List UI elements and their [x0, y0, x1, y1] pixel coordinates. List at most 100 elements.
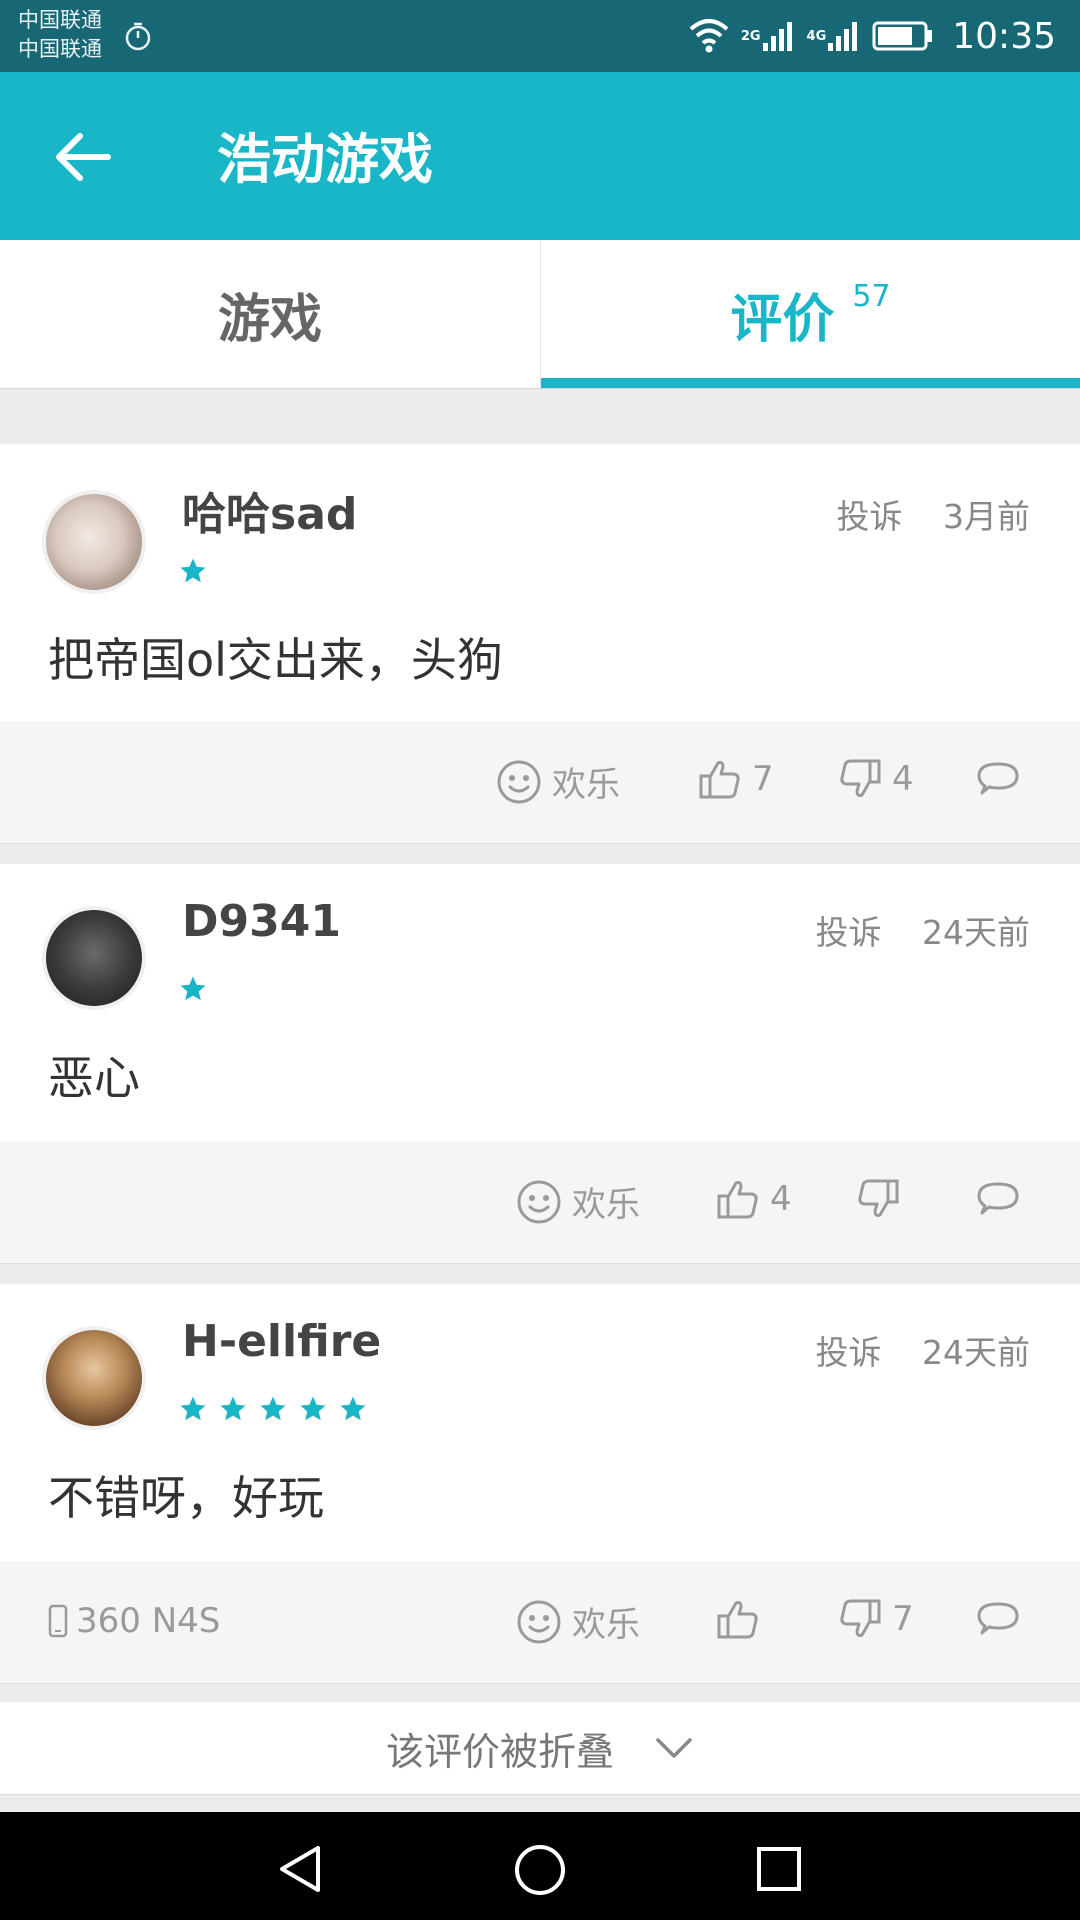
review-username[interactable]: H-ellfire [182, 1316, 381, 1367]
review-content: 恶心 [48, 1051, 140, 1105]
signal-2: 4G [807, 19, 863, 53]
tab-bar: 游戏 评价 57 [0, 240, 1080, 389]
carrier-info: 中国联通 中国联通 [18, 6, 102, 64]
review-time: 24天前 [922, 913, 1030, 952]
device-label: 360 N4S [76, 1601, 221, 1641]
app-bar [0, 72, 1080, 240]
back-button[interactable] [50, 122, 120, 192]
page-title: 浩动游戏 [217, 128, 433, 191]
smiley-icon [517, 1600, 561, 1643]
review-meta: 投诉 3月前 [837, 490, 1031, 538]
network-type: 2G [740, 29, 761, 44]
like-button[interactable] [716, 1597, 770, 1641]
review-actions: 360 N4S 欢乐 7 [0, 1561, 1080, 1684]
thumbs-up-icon [717, 1601, 758, 1639]
clock: 10:35 [952, 15, 1056, 57]
thumbs-up-icon [717, 1181, 758, 1219]
review-content: 不错呀，好玩 [48, 1471, 324, 1525]
emotion-button[interactable]: 欢乐 [516, 1177, 640, 1226]
avatar[interactable] [42, 906, 146, 1010]
emotion-label: 欢乐 [572, 1605, 640, 1645]
report-link[interactable]: 投诉 [837, 497, 903, 536]
like-count: 4 [770, 1179, 792, 1219]
avatar[interactable] [42, 490, 146, 594]
network-type: 4G [806, 29, 827, 44]
star-icon [180, 976, 206, 1001]
nav-home-icon[interactable] [512, 1842, 568, 1898]
system-nav-bar [0, 1812, 1080, 1920]
like-button[interactable]: 4 [716, 1177, 792, 1221]
review-time: 3月前 [943, 497, 1030, 536]
comment-icon [977, 762, 1019, 795]
star-icon [340, 1396, 366, 1421]
tab-reviews-label: 评价 [730, 289, 835, 350]
star-rating [178, 1394, 368, 1424]
like-button[interactable]: 7 [698, 757, 774, 801]
phone-icon [48, 1604, 68, 1638]
review-username[interactable]: 哈哈sad [182, 478, 357, 542]
emotion-label: 欢乐 [572, 1185, 640, 1225]
nav-back-icon[interactable] [274, 1842, 328, 1896]
signal-icon [828, 22, 858, 51]
timer-icon [125, 22, 151, 51]
comment-icon [977, 1182, 1019, 1215]
signal-icon [762, 22, 792, 51]
wifi-icon [689, 19, 729, 53]
thumbs-down-icon [840, 759, 881, 797]
thumbs-down-icon [858, 1179, 899, 1217]
tab-reviews[interactable]: 评价 57 [541, 240, 1080, 388]
comment-button[interactable] [976, 1599, 1030, 1639]
star-icon [180, 1396, 206, 1421]
battery-icon [872, 21, 933, 51]
dislike-button[interactable] [856, 1177, 910, 1221]
status-icons: 2G 4G 10:35 [687, 0, 1056, 72]
nav-recents-icon[interactable] [754, 1844, 804, 1894]
star-icon [180, 558, 206, 583]
review-card: H-ellfire 投诉 24天前 不错呀，好玩 360 N4S 欢乐 7 [0, 1284, 1080, 1684]
tab-game-label: 游戏 [217, 289, 322, 350]
signal-1: 2G [741, 19, 797, 53]
emotion-button[interactable]: 欢乐 [496, 757, 620, 806]
review-content: 把帝国ol交出来，头狗 [48, 633, 503, 687]
review-actions: 欢乐 7 4 [0, 721, 1080, 844]
report-link[interactable]: 投诉 [816, 1333, 882, 1372]
tab-reviews-count: 57 [852, 278, 891, 314]
review-meta: 投诉 24天前 [816, 1326, 1031, 1374]
emotion-label: 欢乐 [552, 765, 620, 805]
thumbs-up-icon [699, 761, 740, 799]
carrier-label: 中国联通 [18, 8, 102, 32]
dislike-count: 7 [892, 1599, 914, 1639]
review-actions: 欢乐 4 [0, 1141, 1080, 1264]
arrow-left-icon [56, 133, 111, 181]
report-link[interactable]: 投诉 [816, 913, 882, 952]
chevron-down-icon [656, 1738, 692, 1758]
review-time: 24天前 [922, 1333, 1030, 1372]
status-bar: 中国联通 中国联通 2G 4G 10:35 [0, 0, 1080, 72]
device-info: 360 N4S [48, 1601, 220, 1641]
review-card: D9341 投诉 24天前 恶心 欢乐 4 [0, 864, 1080, 1264]
emotion-button[interactable]: 欢乐 [516, 1597, 640, 1646]
review-meta: 投诉 24天前 [816, 906, 1031, 954]
folded-review-toggle[interactable]: 该评价被折叠 [0, 1702, 1080, 1795]
tab-indicator [541, 378, 1080, 388]
star-icon [260, 1396, 286, 1421]
like-count: 7 [752, 759, 774, 799]
carrier-label: 中国联通 [18, 37, 102, 61]
star-icon [300, 1396, 326, 1421]
star-icon [220, 1396, 246, 1421]
smiley-icon [517, 1180, 561, 1223]
comment-icon [977, 1602, 1019, 1635]
review-card: 哈哈sad 投诉 3月前 把帝国ol交出来，头狗 欢乐 7 4 [0, 444, 1080, 844]
thumbs-down-icon [840, 1599, 881, 1637]
comment-button[interactable] [976, 759, 1030, 799]
dislike-button[interactable]: 4 [838, 757, 914, 801]
dislike-count: 4 [892, 759, 914, 799]
star-rating [178, 556, 208, 586]
dislike-button[interactable]: 7 [838, 1597, 914, 1641]
tab-game[interactable]: 游戏 [0, 240, 540, 388]
comment-button[interactable] [976, 1179, 1030, 1219]
folded-review-label: 该评价被折叠 [385, 1729, 614, 1774]
avatar[interactable] [42, 1326, 146, 1430]
star-rating [178, 974, 208, 1004]
review-username[interactable]: D9341 [182, 896, 341, 947]
